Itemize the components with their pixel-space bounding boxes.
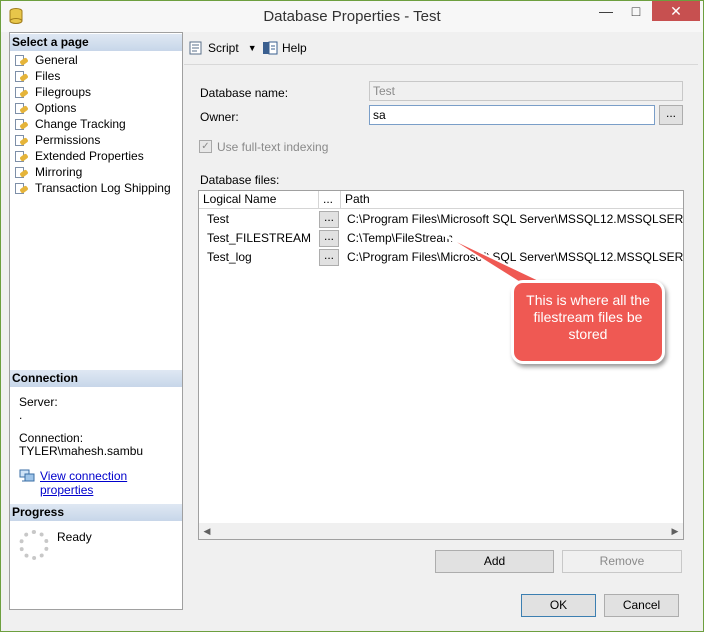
progress-status: Ready (57, 530, 92, 544)
toolbar: Script ▼ Help (184, 32, 698, 65)
column-browse[interactable]: ... (319, 191, 341, 209)
minimize-button[interactable]: — (591, 1, 621, 21)
page-item-label: Mirroring (35, 165, 83, 179)
path-cell[interactable]: C:\Program Files\Microsoft SQL Server\MS… (341, 210, 683, 229)
select-page-header: Select a page (10, 34, 182, 51)
path-browse-button[interactable]: ... (319, 249, 339, 266)
page-item-label: Change Tracking (35, 117, 126, 131)
logical-name-cell[interactable]: Test_log (199, 248, 319, 267)
page-wrench-icon (14, 166, 30, 179)
help-label: Help (282, 41, 307, 55)
page-wrench-icon (14, 150, 30, 163)
connection-label: Connection: (19, 431, 84, 445)
page-wrench-icon (14, 182, 30, 195)
cancel-button[interactable]: Cancel (604, 594, 679, 617)
maximize-icon: □ (631, 3, 641, 19)
help-icon (263, 41, 278, 55)
remove-button[interactable]: Remove (562, 550, 682, 573)
page-item-options[interactable]: Options (14, 100, 171, 116)
fulltext-label: Use full-text indexing (217, 140, 329, 154)
scroll-left-icon[interactable]: ◀ (199, 523, 215, 539)
page-wrench-icon (14, 134, 30, 147)
page-wrench-icon (14, 70, 30, 83)
script-label: Script (208, 41, 239, 55)
page-item-extended-properties[interactable]: Extended Properties (14, 148, 171, 164)
progress-spinner-icon (19, 530, 49, 560)
help-button[interactable]: Help (262, 41, 307, 55)
page-item-label: Options (35, 101, 77, 115)
maximize-button[interactable]: □ (621, 1, 651, 21)
page-item-label: Permissions (35, 133, 101, 147)
scroll-right-icon[interactable]: ▶ (667, 523, 683, 539)
grid-header: Logical Name ... Path (199, 191, 683, 209)
page-item-label: Filegroups (35, 85, 92, 99)
page-wrench-icon (14, 54, 30, 67)
horizontal-scrollbar[interactable]: ◀ ▶ (199, 523, 683, 539)
owner-browse-button[interactable]: ... (659, 105, 683, 125)
database-files-label: Database files: (200, 173, 280, 187)
progress-header: Progress (10, 504, 182, 521)
page-item-files[interactable]: Files (14, 68, 171, 84)
page-item-permissions[interactable]: Permissions (14, 132, 171, 148)
connection-value: TYLER\mahesh.sambu (19, 444, 144, 458)
database-files-grid: Logical Name ... Path Test... C:\Program … (198, 190, 684, 540)
database-name-label: Database name: (200, 86, 289, 100)
page-item-filegroups[interactable]: Filegroups (14, 84, 171, 100)
path-browse-button[interactable]: ... (319, 230, 339, 247)
database-name-field: Test (369, 81, 683, 101)
left-panel: Select a page General Files Filegroups Opti… (9, 32, 183, 610)
page-item-change-tracking[interactable]: Change Tracking (14, 116, 171, 132)
add-button[interactable]: Add (435, 550, 554, 573)
page-wrench-icon (14, 102, 30, 115)
page-item-mirroring[interactable]: Mirroring (14, 164, 171, 180)
page-wrench-icon (14, 86, 30, 99)
page-item-label: Files (35, 69, 61, 83)
page-item-label: Extended Properties (35, 149, 144, 163)
server-value: . (19, 408, 23, 422)
owner-field[interactable]: sa (369, 105, 655, 125)
page-item-label: Transaction Log Shipping (35, 181, 171, 195)
minimize-icon: — (599, 3, 613, 19)
annotation-callout: This is where all the filestream files b… (511, 280, 665, 364)
logical-name-cell[interactable]: Test (199, 210, 319, 229)
server-label: Server: (19, 395, 58, 409)
page-item-transaction-log-shipping[interactable]: Transaction Log Shipping (14, 180, 171, 196)
close-icon: ✕ (670, 3, 682, 19)
logical-name-cell[interactable]: Test_FILESTREAM (199, 229, 319, 248)
dropdown-arrow-icon: ▼ (247, 43, 257, 53)
column-path[interactable]: Path (341, 191, 683, 209)
page-list: General Files Filegroups Options Change Trac… (14, 52, 171, 196)
page-wrench-icon (14, 118, 30, 131)
close-button[interactable]: ✕ (652, 1, 700, 21)
path-cell[interactable]: C:\Program Files\Microsoft SQL Server\MS… (341, 248, 683, 267)
connection-properties-icon (19, 469, 35, 482)
page-item-general[interactable]: General (14, 52, 171, 68)
owner-label: Owner: (200, 110, 239, 124)
connection-header: Connection (10, 370, 182, 387)
title-bar[interactable]: Database Properties - Test — □ ✕ (1, 1, 703, 32)
path-browse-button[interactable]: ... (319, 211, 339, 228)
path-cell[interactable]: C:\Temp\FileStream (341, 229, 683, 248)
view-connection-properties-link[interactable]: View connection properties (40, 469, 182, 497)
script-button[interactable]: Script ▼ (188, 41, 257, 55)
fulltext-checkbox[interactable]: ✓ (199, 140, 212, 153)
table-row[interactable]: Test_FILESTREAM... C:\Temp\FileStream (199, 229, 683, 248)
column-logical-name[interactable]: Logical Name (199, 191, 319, 209)
ok-button[interactable]: OK (521, 594, 596, 617)
check-icon: ✓ (201, 141, 210, 152)
table-row[interactable]: Test... C:\Program Files\Microsoft SQL Se… (199, 210, 683, 229)
page-item-label: General (35, 53, 78, 67)
script-icon (189, 41, 202, 55)
table-row[interactable]: Test_log... C:\Program Files\Microsoft SQ… (199, 248, 683, 267)
